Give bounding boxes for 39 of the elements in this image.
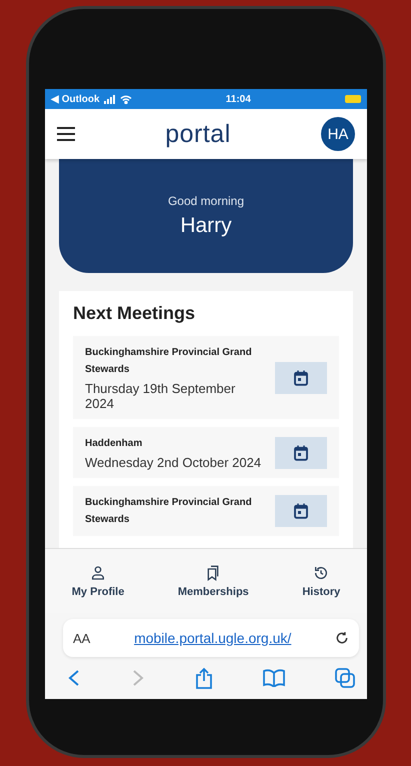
wifi-icon: [120, 94, 132, 104]
menu-icon[interactable]: [57, 127, 75, 141]
history-icon: [313, 564, 330, 580]
meeting-item[interactable]: Buckinghamshire Provincial Grand Stewards: [73, 486, 339, 536]
meeting-item[interactable]: Buckinghamshire Provincial Grand Stewards Thursday 19th September 2024: [73, 336, 339, 419]
calendar-icon: [292, 368, 310, 386]
add-to-calendar-button[interactable]: [275, 495, 327, 527]
url-link[interactable]: mobile.portal.ugle.org.uk/: [134, 630, 292, 646]
book-icon[interactable]: [263, 669, 285, 687]
add-to-calendar-button[interactable]: [275, 362, 327, 394]
tabs-icon[interactable]: [335, 668, 355, 688]
meeting-item[interactable]: Haddenham Wednesday 2nd October 2024: [73, 427, 339, 478]
back-icon[interactable]: [67, 669, 81, 687]
calendar-icon: [292, 444, 310, 462]
user-name: Harry: [180, 214, 232, 238]
nav-tab[interactable]: Memberships: [172, 564, 255, 598]
address-bar[interactable]: AA mobile.portal.ugle.org.uk/: [63, 619, 359, 657]
meeting-date: Wednesday 2nd October 2024: [85, 455, 262, 470]
greeting-text: Good morning: [168, 194, 244, 208]
meeting-date: Thursday 19th September 2024: [85, 381, 236, 411]
user-avatar[interactable]: HA: [320, 117, 355, 151]
clock-time: 11:04: [226, 94, 251, 104]
reload-icon[interactable]: [334, 631, 349, 645]
battery-icon: [345, 95, 361, 103]
back-app-link[interactable]: ◀ Outlook: [51, 93, 100, 105]
calendar-icon: [292, 502, 310, 520]
portal-logo: portal: [165, 120, 231, 148]
signal-icon: [104, 94, 116, 104]
cards-icon: [205, 564, 222, 580]
meeting-name: Buckinghamshire Provincial Grand Stewards: [85, 346, 253, 377]
section-title: Next Meetings: [73, 303, 196, 324]
text-size-button[interactable]: AA: [73, 630, 90, 646]
meeting-name: Buckinghamshire Provincial Grand Stewards: [85, 496, 253, 527]
nav-tab[interactable]: My Profile: [66, 564, 130, 598]
add-to-calendar-button[interactable]: [275, 436, 327, 468]
share-icon[interactable]: [195, 667, 213, 689]
nav-tab[interactable]: History: [296, 564, 346, 598]
meeting-name: Haddenham: [85, 437, 144, 451]
person-icon: [90, 564, 106, 580]
